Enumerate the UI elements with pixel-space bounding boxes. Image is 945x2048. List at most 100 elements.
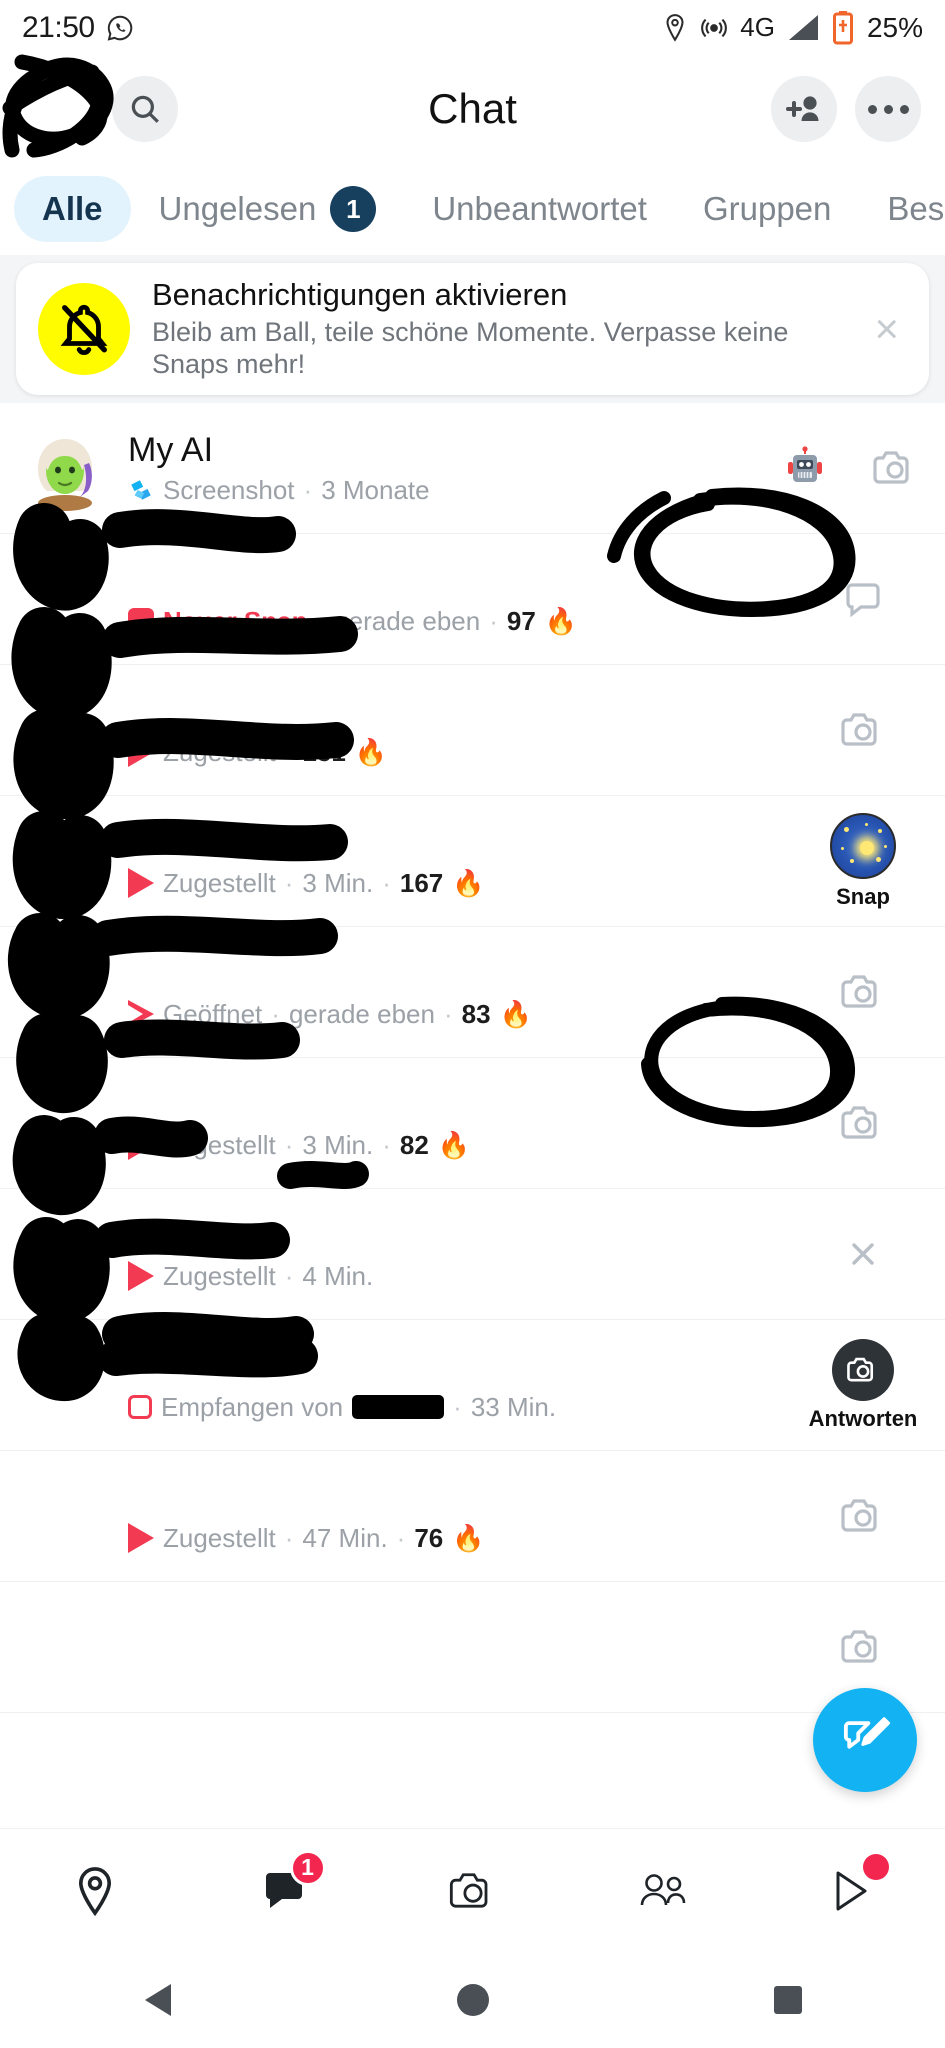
friend-avatar-redacted[interactable] <box>22 556 108 642</box>
bell-muted-icon-wrapper <box>38 283 130 375</box>
chat-name <box>128 1348 807 1386</box>
list-item[interactable]: Zugestellt · 3 Min. · 82 🔥 <box>0 1058 945 1189</box>
search-button[interactable] <box>112 76 178 142</box>
chat-timestamp: 3 Monate <box>321 474 430 505</box>
friends-icon <box>635 1869 689 1913</box>
list-item[interactable]: Zugestellt · 47 Min. · 76 🔥 <box>0 1451 945 1582</box>
list-item-actions: Antworten <box>807 1338 919 1432</box>
camera-icon[interactable] <box>839 708 887 752</box>
friend-avatar-redacted[interactable] <box>22 1211 108 1297</box>
my-ai-bitmoji-avatar[interactable] <box>22 425 108 511</box>
chat-status: Zugestellt · 151 🔥 <box>128 737 807 768</box>
list-item[interactable]: Zugestellt · 3 Min. · 167 🔥 Snap <box>0 796 945 927</box>
chat-name <box>128 693 807 731</box>
hotspot-icon <box>700 14 728 42</box>
nav-map[interactable] <box>35 1846 155 1936</box>
close-icon[interactable] <box>843 1234 883 1274</box>
list-item[interactable] <box>0 1582 945 1713</box>
android-recents-icon <box>773 1986 802 2014</box>
chat-name <box>128 1625 807 1663</box>
snapchat-chat-screen: 21:50 4G 25% Chat Alle Ungelesen 1 Unbea… <box>0 0 945 2048</box>
nav-camera[interactable] <box>413 1846 533 1936</box>
tab-beste-freunde[interactable]: Bes <box>859 176 945 242</box>
friend-avatar-redacted[interactable] <box>22 1080 108 1166</box>
snap-story-circle[interactable] <box>830 812 896 879</box>
search-icon <box>128 92 162 126</box>
chat-status: Zugestellt · 3 Min. · 82 🔥 <box>128 1130 807 1161</box>
chat-status: Screenshot · 3 Monate <box>128 475 783 506</box>
camera-icon[interactable] <box>839 1101 887 1145</box>
camera-icon[interactable] <box>839 970 887 1014</box>
chat-status: Zugestellt · 3 Min. · 167 🔥 <box>128 868 807 899</box>
chat-name <box>128 1217 807 1255</box>
list-item-actions <box>807 970 919 1014</box>
location-pin-icon <box>662 13 688 43</box>
friend-avatar-redacted[interactable] <box>22 687 108 773</box>
chat-name <box>128 1479 807 1517</box>
notification-banner[interactable]: Benachrichtigungen aktivieren Bleib am B… <box>16 263 929 395</box>
list-item-content: Zugestellt · 3 Min. · 82 🔥 <box>128 1086 807 1161</box>
streak-count: 151 <box>302 736 346 767</box>
android-back-button[interactable] <box>98 1955 218 2045</box>
new-chat-icon <box>838 1714 892 1766</box>
friend-avatar-redacted[interactable] <box>22 1473 108 1559</box>
camera-icon <box>447 1867 499 1915</box>
tab-ungelesen[interactable]: Ungelesen 1 <box>131 172 405 246</box>
notification-banner-subtitle: Bleib am Ball, teile schöne Momente. Ver… <box>152 317 789 379</box>
fire-emoji: 🔥 <box>452 867 485 898</box>
android-recents-button[interactable] <box>728 1955 848 2045</box>
list-item-content: Zugestellt · 151 🔥 <box>128 693 807 768</box>
camera-icon[interactable] <box>839 1494 887 1538</box>
notification-banner-title: Benachrichtigungen aktivieren <box>152 277 568 313</box>
tab-unbeantwortet[interactable]: Unbeantwortet <box>404 176 675 242</box>
whatsapp-icon <box>105 13 135 43</box>
nav-chat-badge: 1 <box>289 1849 326 1886</box>
status-separator: · <box>443 998 453 1029</box>
list-item-actions <box>807 1101 919 1145</box>
camera-icon[interactable] <box>839 1625 887 1669</box>
chat-bubble-icon[interactable] <box>841 577 885 621</box>
add-friend-button[interactable] <box>771 76 837 142</box>
list-item-content: Empfangen von · 33 Min. <box>128 1348 807 1423</box>
new-chat-fab[interactable] <box>813 1688 917 1792</box>
tab-alle[interactable]: Alle <box>14 176 131 242</box>
profile-avatar[interactable] <box>24 73 96 145</box>
close-icon[interactable]: × <box>866 305 907 353</box>
list-item[interactable]: Geöffnet · gerade eben · 83 🔥 <box>0 927 945 1058</box>
camera-icon[interactable] <box>871 446 919 490</box>
chat-timestamp: gerade eben <box>334 605 481 636</box>
list-item-actions <box>807 1234 919 1274</box>
list-item[interactable]: Neuer Snap · gerade eben · 97 🔥 <box>0 534 945 665</box>
list-item[interactable]: Zugestellt · 151 🔥 <box>0 665 945 796</box>
status-bar-left: 21:50 <box>22 11 135 45</box>
reply-camera-icon[interactable] <box>832 1338 894 1401</box>
friend-avatar-redacted[interactable] <box>22 818 108 904</box>
android-home-button[interactable] <box>413 1955 533 2045</box>
notification-banner-text: Benachrichtigungen aktivieren Bleib am B… <box>152 277 866 381</box>
chat-status-label: Zugestellt <box>163 736 276 767</box>
chat-status-label: Empfangen von <box>161 1391 344 1422</box>
list-item[interactable]: My AI Screenshot · 3 Monate <box>0 403 945 534</box>
tab-gruppen[interactable]: Gruppen <box>675 176 859 242</box>
nav-spotlight[interactable] <box>791 1846 911 1936</box>
list-item-content: Zugestellt · 3 Min. · 167 🔥 <box>128 824 807 899</box>
chat-timestamp: 33 Min. <box>470 1391 557 1422</box>
friend-avatar-redacted[interactable] <box>22 1342 108 1428</box>
friend-avatar-redacted[interactable] <box>22 949 108 1035</box>
status-separator: · <box>382 867 391 898</box>
nav-chat[interactable]: 1 <box>224 1846 344 1936</box>
status-bar-right: 4G 25% <box>662 10 923 45</box>
android-back-icon <box>144 1984 171 2016</box>
more-options-button[interactable] <box>855 76 921 142</box>
list-item[interactable]: Zugestellt · 4 Min. <box>0 1189 945 1320</box>
fire-emoji: 🔥 <box>544 605 578 636</box>
chat-list[interactable]: My AI Screenshot · 3 Monate Neuer Snap ·… <box>0 403 945 1828</box>
list-item-content <box>128 1625 807 1669</box>
friend-avatar-redacted[interactable] <box>22 1604 108 1690</box>
chat-status-label: Zugestellt <box>163 867 276 898</box>
nav-friends[interactable] <box>602 1846 722 1936</box>
new-snap-square-filled-icon <box>128 608 154 634</box>
list-item[interactable]: Empfangen von · 33 Min. Antworten <box>0 1320 945 1451</box>
chat-name <box>128 955 807 993</box>
status-separator: · <box>453 1391 462 1422</box>
